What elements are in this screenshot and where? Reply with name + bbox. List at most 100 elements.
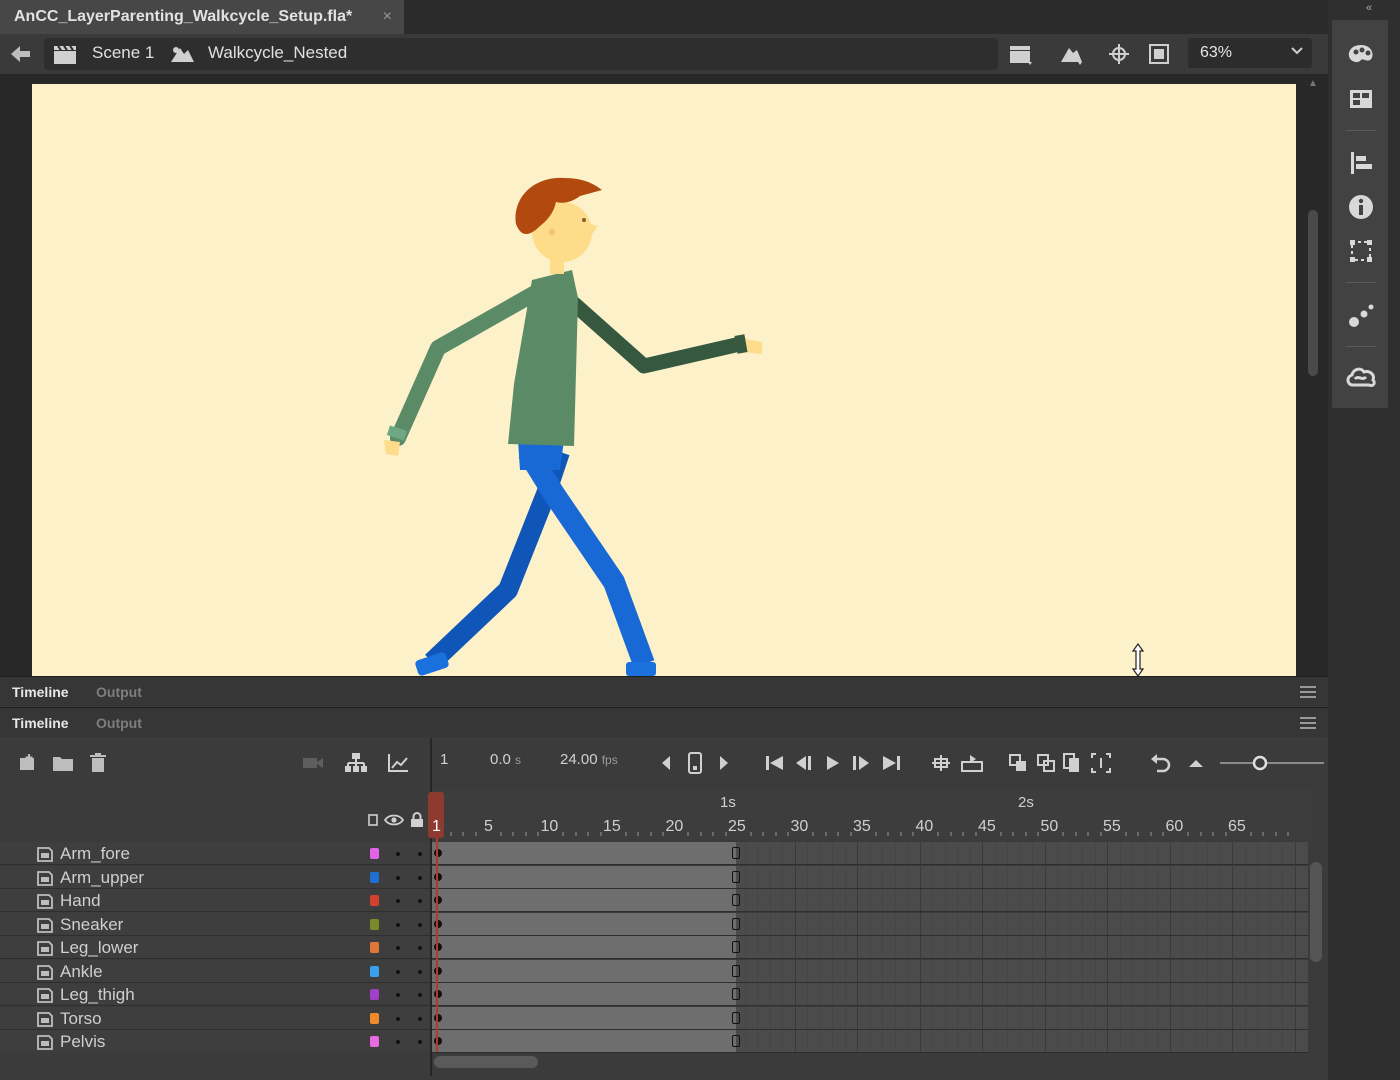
end-frame[interactable]	[732, 847, 740, 859]
layer-row[interactable]: Arm_fore	[0, 842, 430, 865]
color-palette-icon[interactable]	[1344, 40, 1378, 70]
previous-keyframe-icon[interactable]	[658, 752, 674, 774]
end-frame[interactable]	[732, 1035, 740, 1047]
scene-breadcrumb[interactable]: Scene 1	[92, 43, 154, 63]
go-to-last-frame-icon[interactable]	[880, 752, 902, 774]
lock-dot[interactable]	[418, 993, 422, 997]
end-frame[interactable]	[732, 870, 740, 883]
lock-dot[interactable]	[418, 899, 422, 903]
tab-timeline[interactable]: Timeline	[12, 715, 69, 731]
camera-icon[interactable]	[302, 752, 324, 774]
edit-scene-icon[interactable]	[1008, 42, 1034, 66]
frame-span[interactable]	[432, 1006, 736, 1029]
layer-color-swatch[interactable]	[370, 942, 379, 953]
info-icon[interactable]	[1344, 192, 1378, 222]
visibility-dot[interactable]	[396, 852, 400, 856]
next-keyframe-icon[interactable]	[716, 752, 732, 774]
layer-row[interactable]: Hand	[0, 889, 430, 912]
document-tab[interactable]: AnCC_LayerParenting_Walkcycle_Setup.fla*…	[0, 0, 404, 34]
fps-field[interactable]: 24.00 fps	[560, 751, 618, 768]
frame-row[interactable]	[432, 842, 1308, 865]
go-to-first-frame-icon[interactable]	[764, 752, 786, 774]
timeline-vertical-scrollbar[interactable]	[1310, 862, 1322, 962]
timeline-horizontal-scrollbar[interactable]	[434, 1056, 538, 1068]
layer-name[interactable]: Torso	[60, 1009, 102, 1029]
layer-name[interactable]: Leg_thigh	[60, 985, 135, 1005]
lock-dot[interactable]	[418, 946, 422, 950]
end-frame[interactable]	[732, 1011, 740, 1024]
frame-row[interactable]	[432, 959, 1308, 983]
layer-name[interactable]: Ankle	[60, 962, 103, 982]
frame-span[interactable]	[432, 959, 736, 982]
frame-row[interactable]	[432, 865, 1308, 889]
zoom-out-icon[interactable]	[1186, 752, 1206, 774]
frame-span[interactable]	[432, 1030, 736, 1052]
frame-span[interactable]	[432, 936, 736, 958]
modify-markers-icon[interactable]	[1090, 752, 1112, 774]
layer-color-swatch[interactable]	[370, 848, 379, 859]
motion-presets-icon[interactable]	[1344, 300, 1378, 330]
lock-dot[interactable]	[418, 922, 422, 927]
layer-color-swatch[interactable]	[370, 871, 379, 883]
stage-canvas[interactable]	[32, 84, 1296, 676]
layer-row[interactable]: Leg_lower	[0, 936, 430, 959]
center-stage-icon[interactable]	[1106, 42, 1132, 66]
layer-row[interactable]: Leg_thigh	[0, 983, 430, 1006]
center-frame-icon[interactable]	[930, 752, 952, 774]
transform-icon[interactable]	[1344, 236, 1378, 266]
edit-multiple-frames-icon[interactable]	[1062, 752, 1082, 774]
layer-name[interactable]: Pelvis	[60, 1032, 105, 1052]
lock-dot[interactable]	[418, 1040, 422, 1044]
layer-color-swatch[interactable]	[370, 895, 379, 906]
loop-icon[interactable]	[960, 752, 984, 774]
layer-row[interactable]: Sneaker	[0, 912, 430, 936]
layer-row[interactable]: Ankle	[0, 959, 430, 983]
lock-dot[interactable]	[418, 875, 422, 880]
walking-character[interactable]	[32, 84, 1296, 676]
tab-output[interactable]: Output	[96, 715, 142, 731]
layer-name[interactable]: Arm_fore	[60, 844, 130, 864]
frame-span[interactable]	[432, 865, 736, 888]
frame-row[interactable]	[432, 1006, 1308, 1030]
frame-size-slider[interactable]	[1218, 752, 1326, 774]
tab-output-top[interactable]: Output	[96, 684, 142, 700]
layer-color-swatch[interactable]	[370, 965, 379, 977]
stage-vertical-scrollbar[interactable]	[1308, 210, 1318, 376]
frame-span[interactable]	[432, 889, 736, 911]
outline-toggle-icon[interactable]	[368, 814, 378, 826]
layer-color-swatch[interactable]	[370, 989, 379, 1000]
layer-color-swatch[interactable]	[370, 918, 379, 930]
add-keyframe-icon[interactable]	[686, 752, 704, 774]
new-folder-icon[interactable]	[52, 752, 74, 774]
onion-skin-outlines-icon[interactable]	[1036, 752, 1056, 774]
visibility-dot[interactable]	[396, 946, 400, 950]
layer-name[interactable]: Arm_upper	[60, 868, 144, 888]
onion-skin-icon[interactable]	[1008, 752, 1028, 774]
collapse-dock-icon[interactable]: «	[1366, 2, 1372, 14]
delete-layer-icon[interactable]	[88, 752, 108, 774]
visibility-dot[interactable]	[396, 1016, 400, 1021]
frame-row[interactable]	[432, 889, 1308, 912]
lock-dot[interactable]	[418, 969, 422, 974]
frame-span[interactable]	[432, 983, 736, 1005]
end-frame[interactable]	[732, 894, 740, 906]
end-frame[interactable]	[732, 988, 740, 1000]
eye-icon[interactable]	[384, 813, 404, 827]
step-forward-icon[interactable]	[848, 752, 872, 774]
step-back-icon[interactable]	[794, 752, 816, 774]
frame-row[interactable]	[432, 936, 1308, 959]
scroll-up-arrow-icon[interactable]: ▲	[1308, 78, 1318, 89]
close-tab-icon[interactable]: ×	[383, 8, 392, 26]
swatches-icon[interactable]	[1344, 84, 1378, 114]
layer-row[interactable]: Arm_upper	[0, 865, 430, 889]
undo-icon[interactable]	[1148, 752, 1172, 774]
end-frame[interactable]	[732, 941, 740, 953]
frame-span[interactable]	[432, 912, 736, 935]
visibility-dot[interactable]	[396, 969, 400, 974]
graph-icon[interactable]	[386, 752, 410, 774]
layer-name[interactable]: Leg_lower	[60, 938, 138, 958]
frame-row[interactable]	[432, 983, 1308, 1006]
back-arrow-icon[interactable]	[8, 43, 32, 65]
panel-menu-icon[interactable]	[1300, 717, 1316, 729]
visibility-dot[interactable]	[396, 899, 400, 903]
